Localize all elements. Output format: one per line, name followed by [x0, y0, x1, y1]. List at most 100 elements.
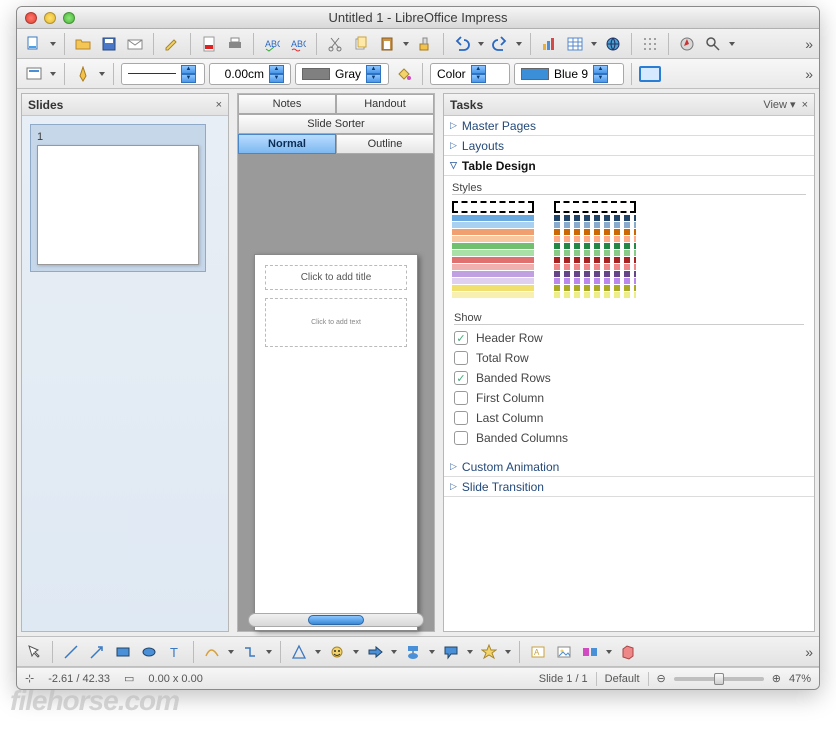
section-master-pages[interactable]: ▷Master Pages	[444, 116, 814, 136]
slide-editor[interactable]: Click to add title Click to add text	[238, 154, 434, 631]
redo-menu[interactable]	[515, 41, 523, 47]
cut-icon[interactable]	[324, 33, 346, 55]
area-color-combo[interactable]: Gray ▲▼	[295, 63, 389, 85]
flowchart-icon[interactable]	[402, 641, 424, 663]
undo-menu[interactable]	[477, 41, 485, 47]
content-placeholder[interactable]: Click to add text	[265, 298, 407, 347]
spellcheck-icon[interactable]: ABC	[261, 33, 283, 55]
stars-icon[interactable]	[478, 641, 500, 663]
toolbar-overflow-icon[interactable]: »	[805, 36, 813, 52]
callout-icon[interactable]	[440, 641, 462, 663]
new-doc-icon[interactable]	[23, 33, 45, 55]
section-slide-transition[interactable]: ▷Slide Transition	[444, 477, 814, 497]
pen-menu[interactable]	[98, 71, 106, 77]
curve-tool-icon[interactable]	[201, 641, 223, 663]
stars-menu[interactable]	[504, 649, 512, 655]
fill-type-combo[interactable]: Color ▲▼	[430, 63, 510, 85]
zoom-menu[interactable]	[728, 41, 736, 47]
save-icon[interactable]	[98, 33, 120, 55]
zoom-in-icon[interactable]: ⊕	[772, 672, 781, 685]
rectangle-tool-icon[interactable]	[112, 641, 134, 663]
undo-icon[interactable]	[451, 33, 473, 55]
check-banded-columns[interactable]: Banded Columns	[454, 431, 804, 445]
tab-handout[interactable]: Handout	[336, 94, 434, 114]
slide-canvas[interactable]: Click to add title Click to add text	[254, 254, 418, 631]
check-banded-rows[interactable]: ✓Banded Rows	[454, 371, 804, 385]
close-panel-icon[interactable]: ×	[216, 99, 222, 111]
drawbar-overflow-icon[interactable]: »	[805, 644, 813, 660]
gallery-menu[interactable]	[605, 649, 613, 655]
slide-thumbnail[interactable]: 1	[30, 124, 206, 272]
tab-normal[interactable]: Normal	[238, 134, 336, 154]
autospell-icon[interactable]: ABC	[287, 33, 309, 55]
tasks-view-menu[interactable]: View ▾	[763, 98, 795, 111]
tab-outline[interactable]: Outline	[336, 134, 434, 154]
gallery-icon[interactable]	[579, 641, 601, 663]
basic-shapes-icon[interactable]	[288, 641, 310, 663]
line-width-stepper[interactable]: 0.00cm ▲▼	[209, 63, 291, 85]
symbol-shapes-menu[interactable]	[352, 649, 360, 655]
close-tasks-icon[interactable]: ×	[802, 99, 808, 111]
slide-design-icon[interactable]	[23, 63, 45, 85]
redo-icon[interactable]	[489, 33, 511, 55]
navigator-icon[interactable]	[676, 33, 698, 55]
section-layouts[interactable]: ▷Layouts	[444, 136, 814, 156]
fontwork-icon[interactable]: A	[527, 641, 549, 663]
curve-menu[interactable]	[227, 649, 235, 655]
insert-image-icon[interactable]	[553, 641, 575, 663]
copy-icon[interactable]	[350, 33, 372, 55]
block-arrows-icon[interactable]	[364, 641, 386, 663]
title-placeholder[interactable]: Click to add title	[265, 265, 407, 290]
text-tool-icon[interactable]: T	[164, 641, 186, 663]
horizontal-scrollbar[interactable]	[248, 613, 424, 627]
section-table-design[interactable]: ▽Table Design	[444, 156, 814, 176]
slide-design-menu[interactable]	[49, 71, 57, 77]
line-style-combo[interactable]: ▲▼	[121, 63, 205, 85]
print-icon[interactable]	[224, 33, 246, 55]
check-total-row[interactable]: Total Row	[454, 351, 804, 365]
table-style-option[interactable]	[452, 201, 534, 298]
basic-shapes-menu[interactable]	[314, 649, 322, 655]
select-tool-icon[interactable]	[23, 641, 45, 663]
check-first-column[interactable]: First Column	[454, 391, 804, 405]
paste-menu[interactable]	[402, 41, 410, 47]
arrow-tool-icon[interactable]	[86, 641, 108, 663]
tasks-panel-title: Tasks	[450, 98, 483, 112]
extrusion-icon[interactable]	[617, 641, 639, 663]
block-arrows-menu[interactable]	[390, 649, 398, 655]
toolbar2-overflow-icon[interactable]: »	[805, 66, 813, 82]
connector-menu[interactable]	[265, 649, 273, 655]
ellipse-tool-icon[interactable]	[138, 641, 160, 663]
edit-icon[interactable]	[161, 33, 183, 55]
zoom-out-icon[interactable]: ⊖	[657, 672, 666, 685]
tab-notes[interactable]: Notes	[238, 94, 336, 114]
zoom-slider[interactable]	[674, 677, 764, 681]
table-menu[interactable]	[590, 41, 598, 47]
connector-tool-icon[interactable]	[239, 641, 261, 663]
symbol-shapes-icon[interactable]	[326, 641, 348, 663]
clone-format-icon[interactable]	[414, 33, 436, 55]
email-icon[interactable]	[124, 33, 146, 55]
check-header-row[interactable]: ✓Header Row	[454, 331, 804, 345]
tab-sorter[interactable]: Slide Sorter	[238, 114, 434, 134]
paste-icon[interactable]	[376, 33, 398, 55]
grid-icon[interactable]	[639, 33, 661, 55]
new-doc-menu[interactable]	[49, 41, 57, 47]
hyperlink-icon[interactable]	[602, 33, 624, 55]
zoom-value[interactable]: 47%	[789, 673, 811, 685]
start-slideshow-icon[interactable]	[639, 66, 661, 82]
export-pdf-icon[interactable]	[198, 33, 220, 55]
fill-bucket-icon[interactable]	[393, 63, 415, 85]
chart-icon[interactable]	[538, 33, 560, 55]
line-tool-icon[interactable]	[60, 641, 82, 663]
pen-icon[interactable]	[72, 63, 94, 85]
table-icon[interactable]	[564, 33, 586, 55]
open-icon[interactable]	[72, 33, 94, 55]
check-last-column[interactable]: Last Column	[454, 411, 804, 425]
callout-menu[interactable]	[466, 649, 474, 655]
table-style-option[interactable]	[554, 201, 636, 298]
zoom-tool-icon[interactable]	[702, 33, 724, 55]
line-color-combo[interactable]: Blue 9 ▲▼	[514, 63, 624, 85]
flowchart-menu[interactable]	[428, 649, 436, 655]
section-custom-animation[interactable]: ▷Custom Animation	[444, 457, 814, 477]
